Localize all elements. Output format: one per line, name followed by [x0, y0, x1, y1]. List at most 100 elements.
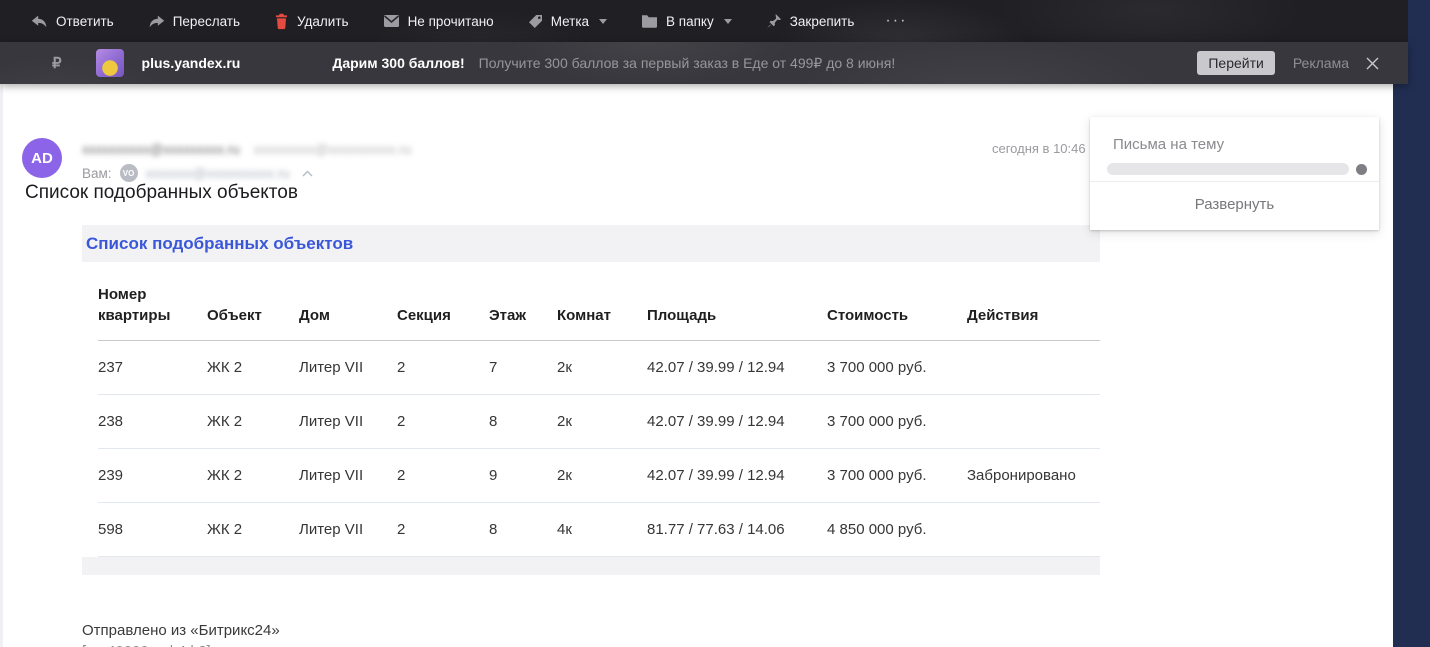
cell-section: 2 [397, 502, 489, 557]
label-menu-label: Метка [550, 13, 590, 29]
cell-building: Литер VII [299, 394, 397, 449]
cell-section: 2 [397, 448, 489, 503]
email-heading-band: Список подобранных объектов [82, 225, 1100, 262]
reply-button[interactable]: Ответить [14, 0, 131, 42]
ad-description-text: Получите 300 баллов за первый заказ в Ед… [478, 54, 896, 71]
cell-floor: 7 [489, 340, 557, 395]
cell-object: ЖК 2 [207, 340, 299, 395]
column-header: Действия [967, 262, 1100, 341]
page-title: Список подобранных объектов [25, 182, 298, 203]
recipient-avatar: VO [119, 164, 138, 182]
pin-icon [766, 13, 782, 29]
cell-area: 42.07 / 39.99 / 12.94 [647, 394, 827, 449]
column-header: Объект [207, 262, 299, 341]
folder-icon [641, 14, 658, 28]
cell-actions [967, 502, 1100, 557]
cell-building: Литер VII [299, 340, 397, 395]
cell-object: ЖК 2 [207, 448, 299, 503]
cell-rooms: 4к [557, 502, 647, 557]
mail-icon [383, 14, 400, 28]
cell-actions [967, 394, 1100, 449]
message-view: Список подобранных объектов след. → AD x… [0, 84, 1393, 647]
cell-floor: 9 [489, 448, 557, 503]
cell-rooms: 2к [557, 448, 647, 503]
ad-label: Реклама [1292, 55, 1349, 71]
cell-price: 3 700 000 руб. [827, 448, 967, 503]
move-to-folder-label: В папку [666, 13, 714, 29]
ad-domain-link[interactable]: plus.yandex.ru [142, 55, 241, 71]
forward-label: Переслать [172, 13, 241, 29]
column-header: Площадь [647, 262, 827, 341]
column-header: Этаж [489, 262, 557, 341]
ruble-icon: ₽ [52, 55, 62, 72]
cell-rooms: 2к [557, 340, 647, 395]
redacted-subject-pill [1107, 163, 1349, 175]
cell-price: 3 700 000 руб. [827, 340, 967, 395]
cell-apartment-number: 237 [98, 340, 207, 395]
sender-secondary-address-redacted[interactable]: xxxxxxxxx@xxxxxxxxxx.ru [254, 142, 412, 157]
email-body: Список подобранных объектов Номер кварти… [82, 225, 1100, 647]
cell-floor: 8 [489, 502, 557, 557]
cell-apartment-number: 239 [98, 448, 207, 503]
label-menu-button[interactable]: Метка [511, 0, 624, 42]
related-messages-title: Письма на тему [1113, 136, 1225, 153]
chevron-down-icon [599, 18, 608, 24]
column-header: Комнат [557, 262, 647, 341]
sender-block: xxxxxxxxxx@xxxxxxxxx.ru xxxxxxxxx@xxxxxx… [82, 142, 411, 182]
email-footer-text: Отправлено из «Битрикс24» [82, 622, 280, 639]
more-actions-button[interactable]: ··· [871, 12, 921, 30]
cell-building: Литер VII [299, 448, 397, 503]
related-message-item-redacted[interactable] [1090, 153, 1379, 181]
forward-button[interactable]: Переслать [131, 0, 257, 42]
cell-price: 3 700 000 руб. [827, 394, 967, 449]
tag-icon [528, 14, 543, 29]
mark-unread-button[interactable]: Не прочитано [366, 0, 511, 42]
chevron-down-icon [723, 18, 732, 24]
sender-address-redacted[interactable]: xxxxxxxxxx@xxxxxxxxx.ru [82, 142, 240, 157]
column-header: Стоимость [827, 262, 967, 341]
column-header: Секция [397, 262, 489, 341]
column-header: Дом [299, 262, 397, 341]
forward-icon [148, 14, 165, 29]
related-messages-panel: Письма на тему Развернуть [1090, 117, 1379, 230]
objects-table: Номер квартиры Объект Дом Секция Этаж Ко… [98, 262, 1100, 557]
to-label: Вам: [82, 165, 112, 181]
trash-icon [274, 13, 289, 30]
cell-area: 42.07 / 39.99 / 12.94 [647, 340, 827, 395]
table-header-row: Номер квартиры Объект Дом Секция Этаж Ко… [98, 262, 1100, 341]
message-toolbar: Ответить Переслать Удалить Не прочитано … [0, 0, 1408, 42]
cell-apartment-number: 598 [98, 502, 207, 557]
ad-highlight-text: Дарим 300 баллов! [332, 55, 465, 71]
table-row: 239 ЖК 2 Литер VII 2 9 2к 42.07 / 39.99 … [98, 448, 1100, 503]
email-bottom-band [82, 557, 1100, 575]
chevron-up-icon[interactable] [302, 170, 313, 177]
table-row: 598 ЖК 2 Литер VII 2 8 4к 81.77 / 77.63 … [98, 502, 1100, 557]
delete-label: Удалить [297, 13, 349, 29]
cell-actions [967, 340, 1100, 395]
redacted-meta-dot [1356, 163, 1367, 175]
cell-floor: 8 [489, 394, 557, 449]
ad-go-button[interactable]: Перейти [1197, 51, 1275, 75]
cell-object: ЖК 2 [207, 502, 299, 557]
cell-section: 2 [397, 394, 489, 449]
cell-actions: Забронировано [967, 448, 1100, 503]
email-footer-clipped-text: [ ... 40000 ... | 4 | 2] [82, 641, 1100, 647]
recipient-address-redacted[interactable]: xxxxxxx@xxxxxxxxxx.ru [146, 166, 290, 181]
expand-thread-button[interactable]: Развернуть [1090, 182, 1379, 230]
cell-apartment-number: 238 [98, 394, 207, 449]
close-icon[interactable] [1365, 56, 1380, 71]
cell-price: 4 850 000 руб. [827, 502, 967, 557]
table-row: 238 ЖК 2 Литер VII 2 8 2к 42.07 / 39.99 … [98, 394, 1100, 449]
cell-area: 81.77 / 77.63 / 14.06 [647, 502, 827, 557]
pin-button[interactable]: Закрепить [749, 0, 872, 42]
column-header: Номер квартиры [98, 262, 207, 341]
cell-object: ЖК 2 [207, 394, 299, 449]
delete-button[interactable]: Удалить [257, 0, 366, 42]
reply-label: Ответить [56, 13, 114, 29]
cell-area: 42.07 / 39.99 / 12.94 [647, 448, 827, 503]
sender-avatar[interactable]: AD [22, 138, 62, 178]
move-to-folder-button[interactable]: В папку [624, 0, 749, 42]
pin-label: Закрепить [789, 13, 855, 29]
mail-app-screen: Ответить Переслать Удалить Не прочитано … [0, 0, 1430, 647]
cell-rooms: 2к [557, 394, 647, 449]
